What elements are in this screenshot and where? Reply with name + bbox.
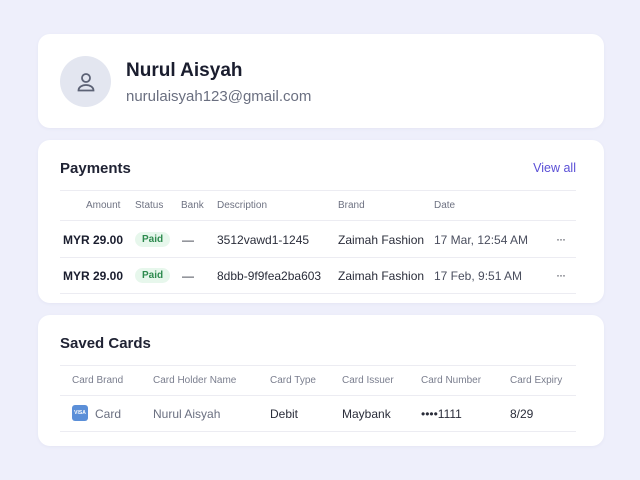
divider [60, 431, 576, 432]
card-brand: Card [95, 407, 122, 421]
profile-name: Nurul Aisyah [126, 60, 243, 81]
payment-bank: — [182, 233, 194, 247]
payment-brand: Zaimah Fashion [338, 269, 425, 283]
more-options-icon[interactable]: ··· [556, 232, 566, 246]
column-header-amount: Amount [86, 200, 121, 211]
card-holder-name: Nurul Aisyah [153, 407, 221, 421]
card-number: ••••1111 [421, 407, 462, 421]
saved-cards-title: Saved Cards [60, 335, 151, 352]
payment-amount: MYR 29.00 [63, 269, 124, 283]
visa-icon: VISA [72, 405, 88, 421]
user-icon [77, 72, 94, 91]
status-badge: Paid [135, 268, 171, 283]
payment-date: 17 Feb, 9:51 AM [434, 269, 523, 283]
payment-amount: MYR 29.00 [63, 233, 124, 247]
column-header-card-number: Card Number [421, 375, 482, 386]
profile-card: Nurul Aisyah nurulaisyah123@gmail.com [38, 34, 604, 128]
column-header-card-expiry: Card Expiry [510, 375, 563, 386]
column-header-description: Description [217, 200, 268, 211]
divider [60, 395, 576, 396]
payment-brand: Zaimah Fashion [338, 233, 425, 247]
column-header-card-brand: Card Brand [72, 375, 124, 386]
profile-email: nurulaisyah123@gmail.com [126, 88, 312, 105]
column-header-brand: Brand [338, 200, 365, 211]
divider [60, 220, 576, 221]
divider [60, 365, 576, 366]
payments-title: Payments [60, 160, 131, 177]
card-type: Debit [270, 407, 299, 421]
payments-card: Payments View all Amount Status Bank Des… [38, 140, 604, 303]
divider [60, 190, 576, 191]
avatar [60, 56, 111, 107]
payment-bank: — [182, 269, 194, 283]
view-all-link[interactable]: View all [533, 161, 576, 175]
payment-date: 17 Mar, 12:54 AM [434, 233, 529, 247]
status-badge: Paid [135, 232, 171, 247]
column-header-status: Status [135, 200, 164, 211]
card-expiry: 8/29 [510, 407, 534, 421]
more-options-icon[interactable]: ··· [556, 268, 566, 282]
divider [60, 293, 576, 294]
column-header-card-holder: Card Holder Name [153, 375, 237, 386]
divider [60, 257, 576, 258]
column-header-bank: Bank [181, 200, 204, 211]
payment-description: 3512vawd1-1245 [217, 233, 310, 247]
column-header-date: Date [434, 200, 456, 211]
payment-description: 8dbb-9f9fea2ba603 [217, 269, 322, 283]
column-header-card-issuer: Card Issuer [342, 375, 394, 386]
column-header-card-type: Card Type [270, 375, 316, 386]
saved-cards-card: Saved Cards Card Brand Card Holder Name … [38, 315, 604, 446]
card-issuer: Maybank [342, 407, 391, 421]
